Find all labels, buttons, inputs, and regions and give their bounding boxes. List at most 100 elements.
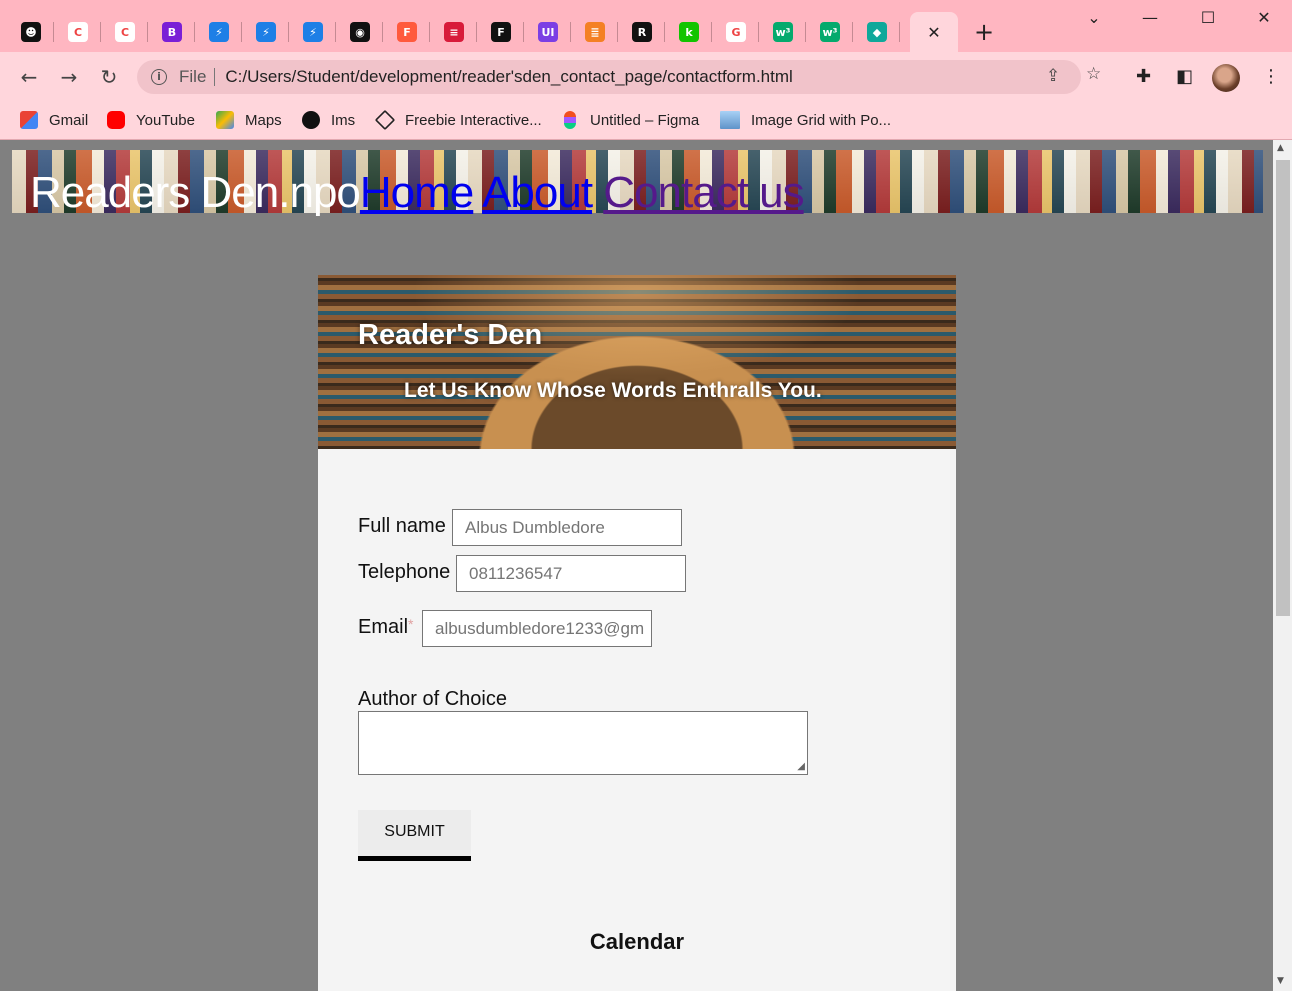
page-scrollbar[interactable]: ▲ ▼ (1273, 140, 1292, 991)
bookmark-maps[interactable]: Maps (216, 108, 282, 132)
site-nav: Readers Den.npoHome About Contact us (30, 166, 805, 220)
tab-separator (53, 22, 54, 42)
close-window-button[interactable]: ✕ (1244, 8, 1284, 32)
contact-card: Reader's Den Let Us Know Whose Words Ent… (318, 275, 956, 991)
browser-tab[interactable]: UI (525, 12, 571, 52)
tab-separator (899, 22, 900, 42)
openmoji-icon (302, 111, 320, 129)
back-arrow-icon[interactable]: ← (14, 62, 44, 92)
tab-separator (711, 22, 712, 42)
calendar-heading: Calendar (589, 929, 685, 954)
tab-separator (288, 22, 289, 42)
tab-separator (570, 22, 571, 42)
browser-tab[interactable]: ⚡ (196, 12, 242, 52)
email-label-text: Email (358, 616, 409, 638)
browser-tab[interactable]: ◉ (337, 12, 383, 52)
profile-avatar[interactable] (1212, 64, 1240, 92)
hero-subtitle: Let Us Know Whose Words Enthralls You. (404, 379, 822, 402)
tab-separator (241, 22, 242, 42)
maps-icon (216, 111, 234, 129)
bookmark-ims[interactable]: Ims (302, 108, 355, 132)
address-url[interactable]: C:/Users/Student/development/reader'sden… (225, 67, 792, 87)
bootstrap-icon: B (162, 22, 182, 42)
browser-tab[interactable]: R (619, 12, 665, 52)
forward-arrow-icon[interactable]: → (54, 62, 84, 92)
scroll-up-icon[interactable]: ▲ (1277, 143, 1284, 153)
bookmark-image-grid[interactable]: Image Grid with Po... (720, 108, 891, 132)
tab-separator (476, 22, 477, 42)
figma-icon: F (397, 22, 417, 42)
google-icon: G (726, 22, 746, 42)
w3-icon: w³ (820, 22, 840, 42)
tab-separator (429, 22, 430, 42)
browser-tab[interactable]: F (478, 12, 524, 52)
nav-contact-link[interactable]: Contact us (603, 168, 804, 217)
tab-separator (852, 22, 853, 42)
hero-glow (318, 275, 956, 449)
bookmark-label: Ims (331, 111, 356, 129)
menu-dots-icon[interactable]: ⋮ (1262, 66, 1280, 87)
author-textarea[interactable]: ◢ (358, 711, 808, 775)
bookmark-figma[interactable]: Untitled – Figma (561, 108, 699, 132)
address-bar[interactable]: i File C:/Users/Student/development/read… (137, 60, 1081, 94)
new-tab-button[interactable]: + (970, 20, 998, 48)
bookmark-gmail[interactable]: Gmail (20, 108, 88, 132)
clickup-icon: C (68, 22, 88, 42)
bookmarks-bar: Gmail YouTube Maps Ims Freebie Interacti… (0, 102, 1292, 140)
star-icon[interactable]: ☆ (1086, 64, 1101, 84)
email-label: Email* (358, 616, 413, 639)
browser-tab[interactable]: G (713, 12, 759, 52)
browser-tab[interactable]: w³ (760, 12, 806, 52)
site-brand: Readers Den.npo (30, 168, 361, 217)
tab-separator (382, 22, 383, 42)
tab-search-chevron-icon[interactable]: ⌄ (1074, 8, 1114, 32)
maximize-button[interactable]: ☐ (1188, 8, 1228, 32)
browser-tab[interactable]: ⚡ (243, 12, 289, 52)
browser-tab[interactable]: ☻ (8, 12, 54, 52)
stackoverflow-icon: ≣ (585, 22, 605, 42)
share-icon[interactable]: ⇪ (1046, 66, 1060, 86)
extensions-icon[interactable]: ✚ (1136, 66, 1151, 87)
bolt-icon: ⚡ (209, 22, 229, 42)
codepen-icon (374, 109, 396, 131)
full-name-input[interactable]: Albus Dumbledore (452, 509, 682, 546)
flash-cards-icon: ≡ (444, 22, 464, 42)
w3-icon: w³ (773, 22, 793, 42)
browser-tab[interactable]: ≣ (572, 12, 618, 52)
address-divider (214, 68, 216, 86)
browser-tab[interactable]: ≡ (431, 12, 477, 52)
telephone-input[interactable]: 0811236547 (456, 555, 686, 592)
reload-icon[interactable]: ↻ (94, 62, 124, 92)
minimize-button[interactable]: — (1130, 8, 1170, 32)
browser-tab[interactable]: w³ (807, 12, 853, 52)
youtube-icon (107, 111, 125, 129)
browser-tab[interactable]: B (149, 12, 195, 52)
close-tab-icon[interactable]: ✕ (927, 23, 940, 42)
browser-tab[interactable]: C (55, 12, 101, 52)
side-panel-icon[interactable]: ◧ (1176, 66, 1193, 87)
image-icon (720, 111, 740, 129)
bookmark-label: Maps (245, 111, 282, 129)
browser-tab[interactable]: ◆ (854, 12, 900, 52)
nav-about-link[interactable]: About (482, 168, 593, 217)
bookmark-label: Untitled – Figma (590, 111, 700, 129)
tab-separator (100, 22, 101, 42)
browser-tab[interactable]: ⚡ (290, 12, 336, 52)
browser-tab[interactable]: C (102, 12, 148, 52)
info-icon[interactable]: i (151, 69, 167, 85)
nav-home-link[interactable]: Home (360, 168, 474, 217)
browser-tab[interactable]: k (666, 12, 712, 52)
browser-tab[interactable]: F (384, 12, 430, 52)
tab-separator (758, 22, 759, 42)
bookmark-youtube[interactable]: YouTube (107, 108, 195, 132)
full-name-label: Full name (358, 515, 446, 537)
submit-button[interactable]: SUBMIT (358, 810, 471, 861)
email-input[interactable]: albusdumbledore1233@gm (422, 610, 652, 647)
tab-separator (617, 22, 618, 42)
scroll-down-icon[interactable]: ▼ (1277, 976, 1284, 986)
scrollbar-thumb[interactable] (1276, 160, 1290, 616)
resize-grip-icon[interactable]: ◢ (797, 761, 805, 772)
bookmark-freebie[interactable]: Freebie Interactive... (374, 108, 542, 132)
active-tab[interactable]: ✕ (910, 12, 958, 52)
telephone-label: Telephone (358, 561, 451, 583)
